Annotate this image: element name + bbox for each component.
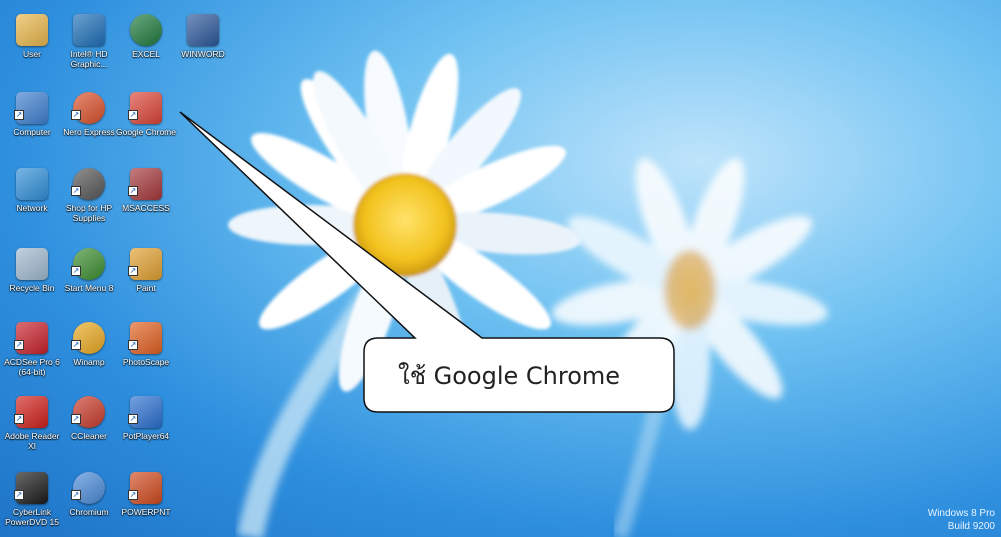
watermark-build: Build 9200: [947, 521, 995, 532]
callout-bubble: [179, 111, 675, 413]
callout-text: ใช้ Google Chrome: [398, 362, 621, 390]
watermark-edition: Windows 8 Pro: [927, 508, 995, 519]
desktop[interactable]: User Intel® HD Graphic... EXCEL WINWORD ↗ Com…: [0, 0, 1001, 537]
windows-watermark: Windows 8 Pro Build 9200: [928, 507, 995, 533]
